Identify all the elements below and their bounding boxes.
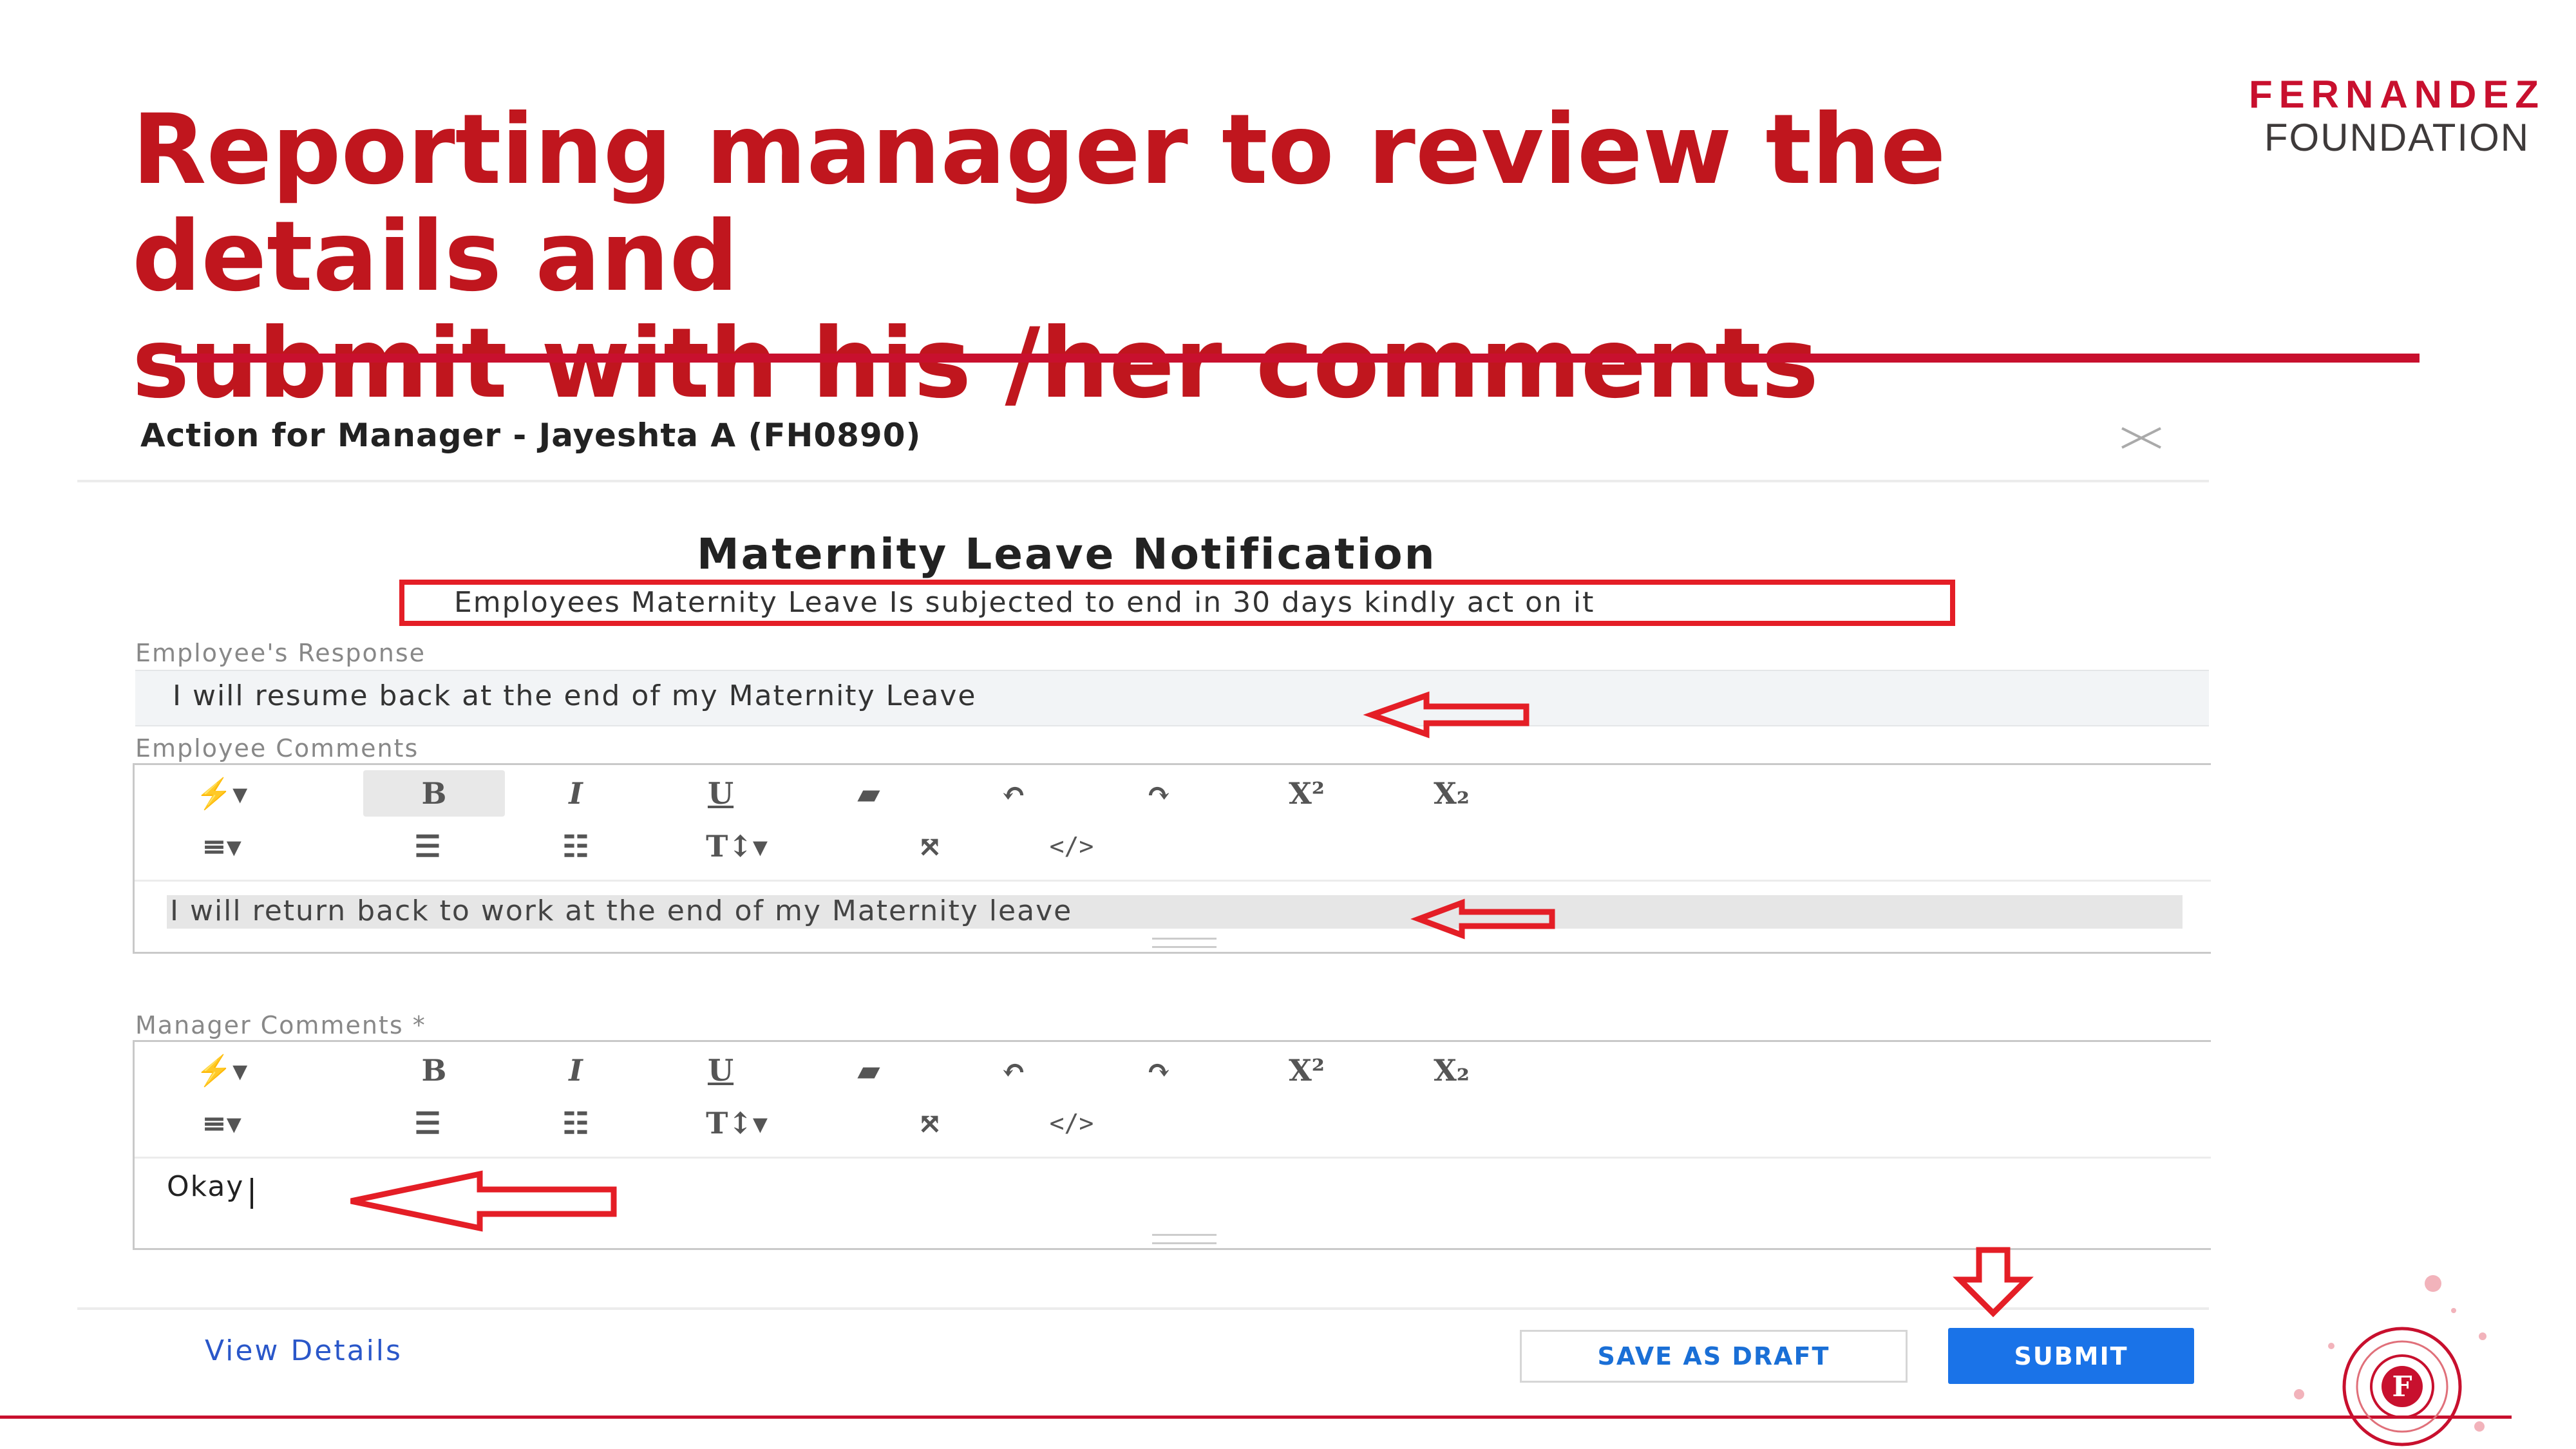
editor-toolbar-row-1: ⚡▾ B I U ▰ ↶ ↷ X² X₂: [135, 1047, 2211, 1102]
italic-icon[interactable]: I: [540, 770, 611, 817]
undo-icon[interactable]: ↶: [978, 1047, 1049, 1094]
employee-response-label: Employee's Response: [135, 639, 426, 667]
fullscreen-icon[interactable]: ⤧: [895, 1100, 965, 1146]
subscript-icon[interactable]: X₂: [1416, 1047, 1487, 1094]
emblem-letter: F: [2392, 1370, 2412, 1403]
foundation-emblem-icon: F: [2294, 1275, 2486, 1446]
notification-message: Employees Maternity Leave Is subjected t…: [454, 586, 1595, 619]
align-icon[interactable]: ≡▾: [186, 823, 257, 869]
superscript-icon[interactable]: X²: [1271, 1047, 1342, 1094]
employee-comments-text-area[interactable]: I will return back to work at the end of…: [167, 895, 2183, 929]
align-icon[interactable]: ≡▾: [186, 1100, 257, 1146]
numbered-list-icon[interactable]: ☷: [540, 1100, 611, 1146]
annotation-arrow-left-icon: [1363, 691, 1530, 739]
undo-icon[interactable]: ↶: [978, 770, 1049, 817]
editor-toolbar-row-1: ⚡▾ B I U ▰ ↶ ↷ X² X₂: [135, 770, 2211, 825]
slide-title: Reporting manager to review the details …: [132, 97, 2225, 417]
redo-icon[interactable]: ↷: [1123, 1047, 1194, 1094]
text-height-icon[interactable]: T↕▾: [685, 1100, 788, 1146]
editor-toolbar-row-2: ≡▾ ☰ ☷ T↕▾ ⤧ </>: [135, 823, 2211, 878]
superscript-icon[interactable]: X²: [1271, 770, 1342, 817]
annotation-arrow-down-icon: [1953, 1247, 2034, 1318]
toolbar-divider: [135, 880, 2211, 882]
employee-comments-value: I will return back to work at the end of…: [170, 895, 1073, 927]
bullet-list-icon[interactable]: ☰: [392, 823, 463, 869]
text-cursor: [251, 1177, 254, 1209]
employee-comments-editor: ⚡▾ B I U ▰ ↶ ↷ X² X₂ ≡▾ ☰ ☷ T↕▾ ⤧ </> I …: [133, 763, 2211, 954]
brand-logo: FERNANDEZ FOUNDATION: [2249, 73, 2545, 159]
underline-icon[interactable]: U: [685, 770, 756, 817]
italic-icon[interactable]: I: [540, 1047, 611, 1094]
save-as-draft-button[interactable]: SAVE AS DRAFT: [1520, 1330, 1908, 1383]
footer-divider: [77, 1307, 2209, 1310]
slide-title-line-1: Reporting manager to review the details …: [132, 94, 1946, 313]
text-height-icon[interactable]: T↕▾: [685, 823, 788, 869]
close-icon[interactable]: [2119, 425, 2164, 451]
redo-icon[interactable]: ↷: [1123, 770, 1194, 817]
footer-rule: [0, 1416, 2512, 1419]
notification-title: Maternity Leave Notification: [697, 529, 1437, 579]
manager-comments-label: Manager Comments *: [135, 1011, 426, 1039]
numbered-list-icon[interactable]: ☷: [540, 823, 611, 869]
title-divider: [175, 354, 2420, 363]
magic-wand-icon[interactable]: ⚡▾: [186, 770, 257, 817]
brand-name-bottom: FOUNDATION: [2264, 116, 2530, 159]
resize-handle[interactable]: [1152, 1234, 1217, 1244]
employee-comments-label: Employee Comments: [135, 734, 419, 762]
annotation-arrow-left-icon: [350, 1170, 617, 1232]
brand-name-top: FERNANDEZ: [2249, 73, 2545, 116]
annotation-arrow-left-icon: [1410, 898, 1555, 940]
bold-icon[interactable]: B: [363, 770, 505, 817]
fullscreen-icon[interactable]: ⤧: [895, 823, 965, 869]
toolbar-divider: [135, 1157, 2211, 1159]
view-details-link[interactable]: View Details: [205, 1334, 402, 1367]
subscript-icon[interactable]: X₂: [1416, 770, 1487, 817]
manager-comments-value: Okay: [167, 1170, 245, 1203]
header-divider: [77, 480, 2209, 482]
editor-toolbar-row-2: ≡▾ ☰ ☷ T↕▾ ⤧ </>: [135, 1100, 2211, 1155]
employee-response-value: I will resume back at the end of my Mate…: [173, 679, 977, 712]
submit-button[interactable]: SUBMIT: [1948, 1328, 2194, 1384]
magic-wand-icon[interactable]: ⚡▾: [186, 1047, 257, 1094]
code-view-icon[interactable]: </>: [1036, 1100, 1107, 1146]
code-view-icon[interactable]: </>: [1036, 823, 1107, 869]
dialog-title: Action for Manager - Jayeshta A (FH0890): [140, 417, 922, 454]
eraser-icon[interactable]: ▰: [833, 1047, 904, 1094]
eraser-icon[interactable]: ▰: [833, 770, 904, 817]
slide-title-line-2: submit with his /her comments: [132, 308, 1819, 420]
resize-handle[interactable]: [1152, 938, 1217, 948]
underline-icon[interactable]: U: [685, 1047, 756, 1094]
bold-icon[interactable]: B: [363, 1047, 505, 1094]
bullet-list-icon[interactable]: ☰: [392, 1100, 463, 1146]
